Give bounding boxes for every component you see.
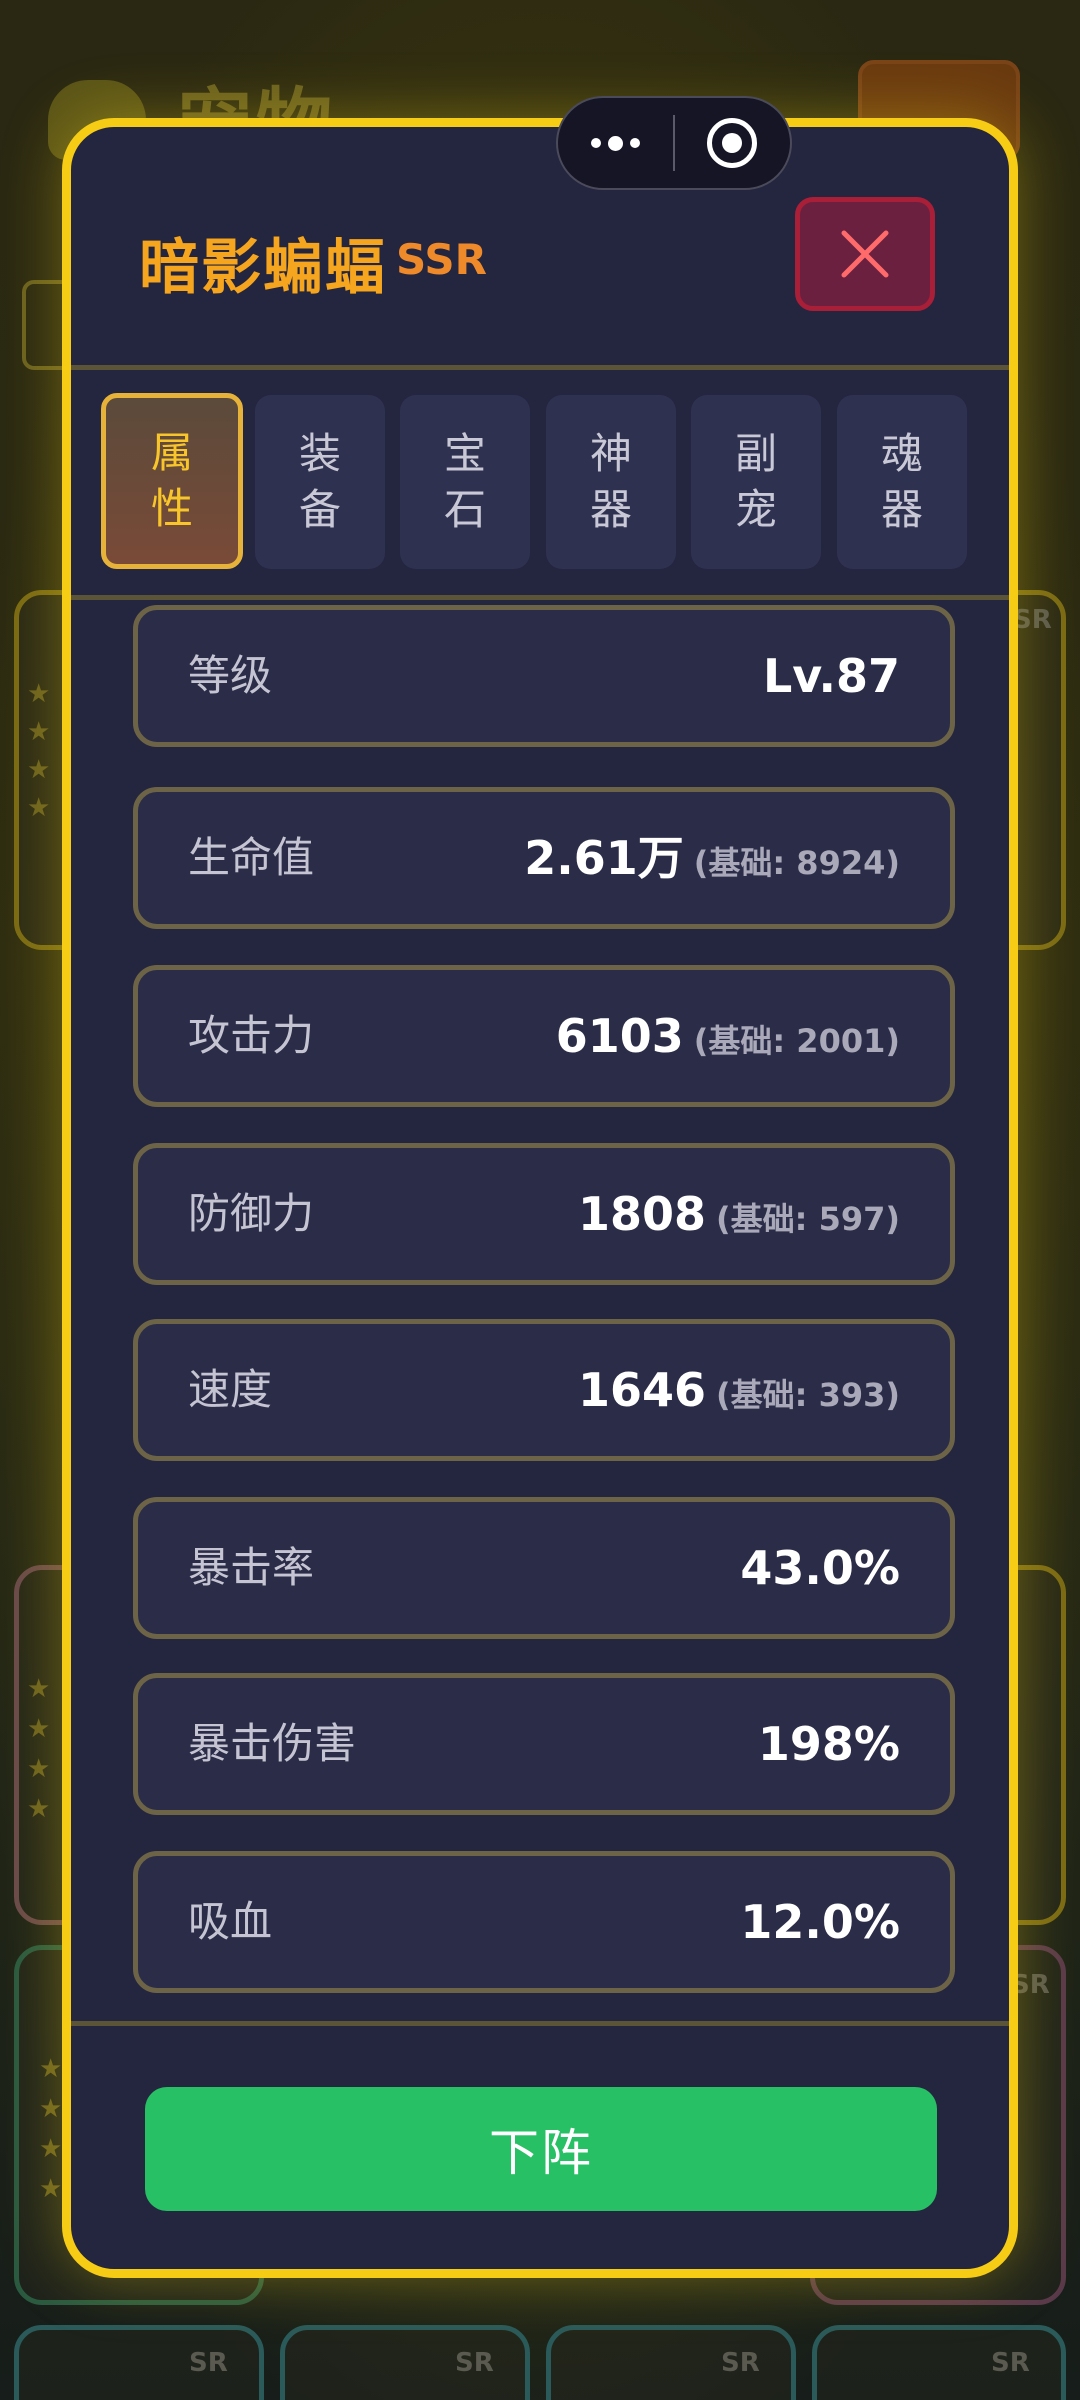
stat-current: Lv.87 [762, 649, 900, 703]
star-icon: ★ [39, 2174, 63, 2204]
star-icon: ★ [27, 1794, 51, 1824]
stat-label: 防御力 [188, 1189, 315, 1238]
background-pet-card: SR [14, 2325, 264, 2400]
stat-row-defense: 防御力 1808 (基础: 597) [133, 1143, 955, 1285]
pet-rarity-badge: SSR [396, 235, 487, 284]
stat-value: 12.0% [740, 1856, 900, 1988]
card-rarity-tag: SR [455, 2348, 494, 2378]
stat-label: 等级 [188, 651, 273, 700]
stat-value: 1646 (基础: 393) [578, 1324, 900, 1456]
modal-header: 暗影蝙蝠 SSR [71, 127, 1009, 377]
stat-row-speed: 速度 1646 (基础: 393) [133, 1319, 955, 1461]
tab-label: 宝 [443, 429, 486, 478]
tab-sub-pets[interactable]: 副 宠 [691, 395, 821, 569]
stat-current: 43.0% [740, 1541, 900, 1595]
detail-tabs: 属 性 装 备 宝 石 神 器 副 宠 魂 器 [101, 393, 977, 569]
card-rarity-tag: SR [721, 2348, 760, 2378]
stat-current: 1646 [577, 1363, 706, 1417]
stat-value: Lv.87 [763, 610, 900, 742]
close-button[interactable] [795, 197, 935, 311]
tab-label: 性 [150, 484, 193, 533]
stat-row-crit-rate: 暴击率 43.0% [133, 1497, 955, 1639]
tabs-divider [71, 595, 1009, 600]
background-pet-card: SR [812, 2325, 1066, 2400]
star-icon: ★ [39, 2094, 63, 2124]
header-divider [71, 365, 1009, 370]
star-icon: ★ [27, 793, 51, 823]
stat-label: 暴击率 [188, 1543, 315, 1592]
stat-label: 暴击伤害 [188, 1719, 357, 1768]
tab-label: 备 [298, 485, 341, 534]
tab-label: 神 [589, 429, 632, 478]
star-icon: ★ [27, 1674, 51, 1704]
stat-row-crit-damage: 暴击伤害 198% [133, 1673, 955, 1815]
stat-value: 1808 (基础: 597) [578, 1148, 900, 1280]
star-icon: ★ [27, 679, 51, 709]
background-pet-card: SR [280, 2325, 530, 2400]
stat-row-hp: 生命值 2.61万 (基础: 8924) [133, 787, 955, 929]
stat-value: 198% [758, 1678, 900, 1810]
card-rarity-tag: SR [1013, 605, 1052, 635]
tab-label: 装 [298, 429, 341, 478]
star-icon: ★ [27, 1754, 51, 1784]
stat-label: 攻击力 [188, 1011, 315, 1060]
stat-base: (基础: 597) [716, 1200, 900, 1238]
stat-row-level: 等级 Lv.87 [133, 605, 955, 747]
close-x-icon [841, 230, 889, 278]
tab-label: 器 [589, 485, 632, 534]
stat-label: 速度 [188, 1365, 273, 1414]
stat-row-lifesteal: 吸血 12.0% [133, 1851, 955, 1993]
stat-current: 198% [757, 1717, 900, 1771]
card-rarity-tag: SR [991, 2348, 1030, 2378]
tab-equipment[interactable]: 装 备 [255, 395, 385, 569]
star-icon: ★ [27, 717, 51, 747]
stat-value: 6103 (基础: 2001) [556, 970, 900, 1102]
stat-base: (基础: 393) [716, 1376, 900, 1414]
stat-value: 2.61万 (基础: 8924) [524, 792, 900, 924]
star-icon: ★ [27, 1714, 51, 1744]
tab-soul-artifacts[interactable]: 魂 器 [837, 395, 967, 569]
stat-row-attack: 攻击力 6103 (基础: 2001) [133, 965, 955, 1107]
star-icon: ★ [39, 2134, 63, 2164]
stat-current: 1808 [577, 1187, 706, 1241]
remove-from-team-button[interactable]: 下阵 [145, 2087, 937, 2211]
background-pet-card: SR [546, 2325, 796, 2400]
tab-label: 石 [443, 485, 486, 534]
tab-label: 副 [734, 429, 777, 478]
stat-current: 12.0% [740, 1895, 900, 1949]
footer-divider [71, 2021, 1009, 2026]
tab-label: 器 [880, 485, 923, 534]
tab-gems[interactable]: 宝 石 [400, 395, 530, 569]
stat-base: (基础: 8924) [693, 844, 900, 882]
star-icon: ★ [39, 2054, 63, 2084]
pet-name: 暗影蝙蝠 [139, 233, 387, 303]
card-rarity-tag: SR [189, 2348, 228, 2378]
tab-attributes[interactable]: 属 性 [101, 393, 243, 569]
pet-detail-modal: 暗影蝙蝠 SSR 属 性 装 备 宝 石 神 器 副 宠 魂 器 等级 Lv.8… [62, 118, 1018, 2278]
stat-base: (基础: 2001) [693, 1022, 900, 1060]
stat-label: 吸血 [188, 1897, 273, 1946]
tab-label: 属 [150, 428, 193, 477]
tab-label: 宠 [734, 485, 777, 534]
stat-current: 6103 [555, 1009, 684, 1063]
miniprogram-capsule [556, 96, 792, 190]
stat-current: 2.61万 [524, 831, 684, 885]
stat-label: 生命值 [188, 833, 315, 882]
target-icon[interactable] [675, 98, 790, 188]
tab-label: 魂 [880, 429, 923, 478]
star-icon: ★ [27, 755, 51, 785]
stat-value: 43.0% [740, 1502, 900, 1634]
tab-artifacts[interactable]: 神 器 [546, 395, 676, 569]
more-dots-icon[interactable] [558, 98, 673, 188]
